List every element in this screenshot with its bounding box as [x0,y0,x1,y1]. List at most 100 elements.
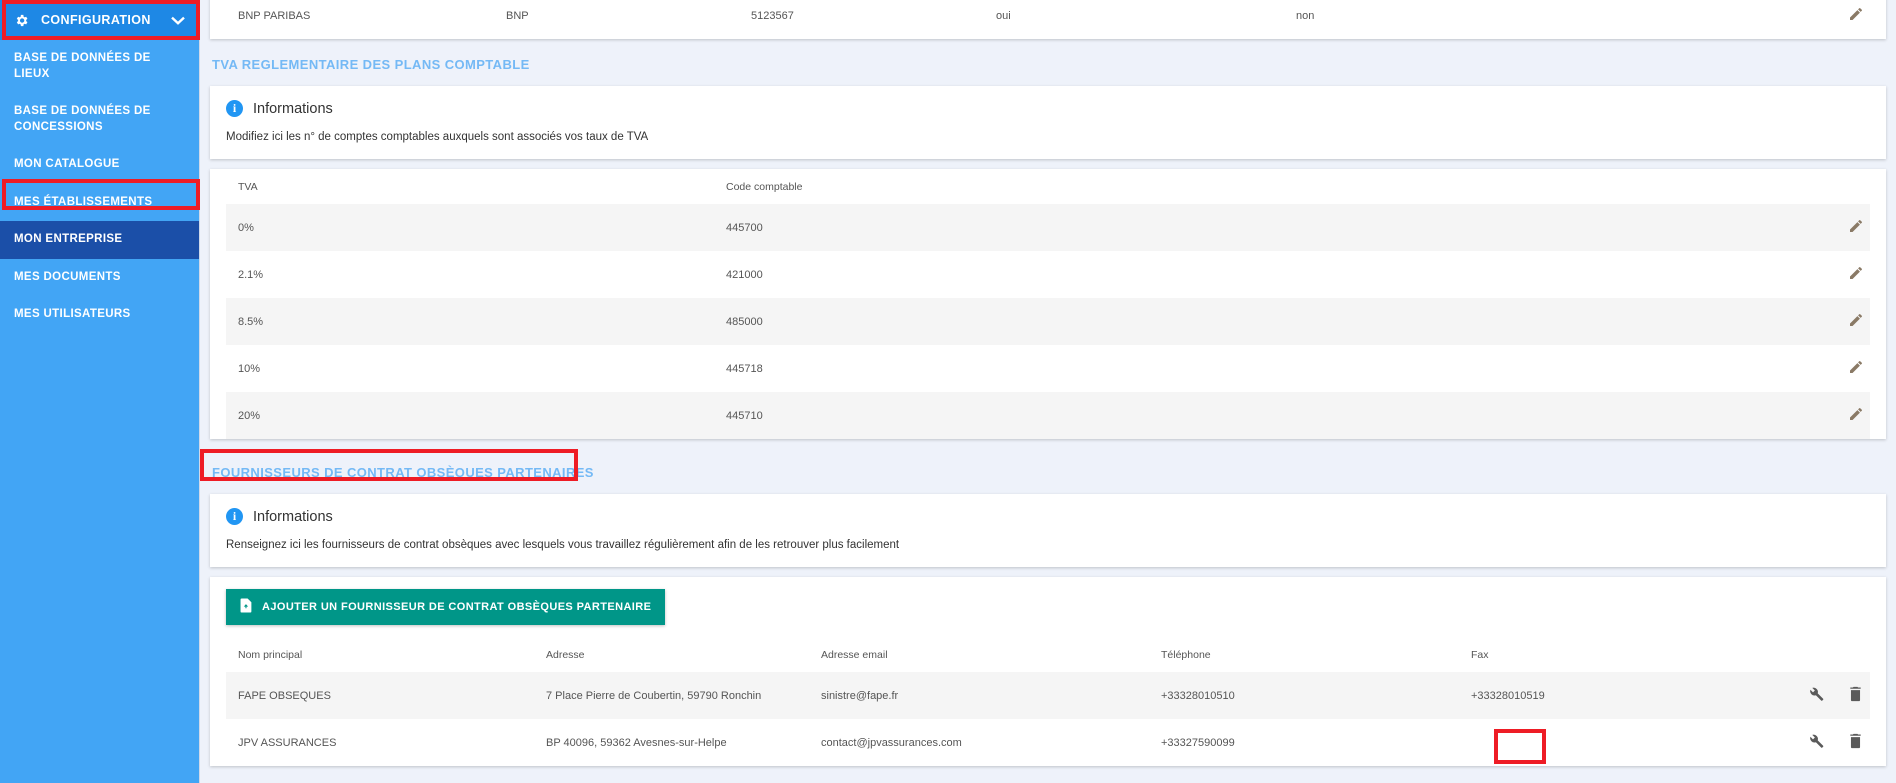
sidebar-item-mes-documents[interactable]: MES DOCUMENTS [0,259,199,297]
fournisseurs-section: FOURNISSEURS DE CONTRAT OBSÈQUES PARTENA… [200,439,1886,766]
sidebar-item-mes-utilisateurs[interactable]: MES UTILISATEURS [0,296,199,334]
fournisseurs-table: Nom principal Adresse Adresse email Télé… [226,637,1870,766]
sidebar-filler [0,333,199,783]
tva-rate: 8.5% [226,298,726,345]
fournisseur-fax [1471,719,1760,766]
fournisseur-nom: JPV ASSURANCES [226,719,546,766]
tva-code: 485000 [726,298,1810,345]
document-add-icon [240,598,253,616]
tva-col-actions [1810,169,1870,204]
tva-edit-button[interactable] [1810,392,1870,439]
pencil-icon[interactable] [1848,8,1864,25]
tva-edit-button[interactable] [1810,204,1870,251]
tva-table: TVA Code comptable 0% 445700 2.1% 421000… [226,169,1870,439]
tva-section: TVA REGLEMENTAIRE DES PLANS COMPTABLE i … [210,39,1886,439]
sidebar-item-mon-catalogue[interactable]: MON CATALOGUE [0,146,199,184]
bank-flag2: non [1296,0,1810,39]
fournisseurs-info-title: Informations [253,508,333,525]
wrench-icon[interactable] [1808,686,1824,705]
sidebar-item-base-de-donnees-de-lieux[interactable]: BASE DE DONNÉES DE LIEUX [0,40,199,93]
tva-col-tva: TVA [226,169,726,204]
tva-info-header: i Informations [226,100,1870,117]
add-fournisseur-label: AJOUTER UN FOURNISSEUR DE CONTRAT OBSÈQU… [262,601,652,613]
tva-code: 445718 [726,345,1810,392]
add-fournisseur-button[interactable]: AJOUTER UN FOURNISSEUR DE CONTRAT OBSÈQU… [226,589,666,625]
fournisseur-email: sinistre@fape.fr [821,672,1161,719]
col-actions [1760,637,1870,672]
table-row[interactable]: 2.1% 421000 [226,251,1870,298]
fournisseurs-section-title: FOURNISSEURS DE CONTRAT OBSÈQUES PARTENA… [212,465,594,480]
sidebar: CONFIGURATION BASE DE DONNÉES DE LIEUX B… [0,0,200,783]
sidebar-header-label: CONFIGURATION [41,13,151,27]
tva-info-text: Modifiez ici les n° de comptes comptable… [226,131,649,143]
bank-flag1: oui [996,0,1296,39]
fournisseurs-table-card: AJOUTER UN FOURNISSEUR DE CONTRAT OBSÈQU… [210,577,1886,766]
table-row[interactable]: 8.5% 485000 [226,298,1870,345]
tva-info-card: i Informations Modifiez ici les n° de co… [210,86,1886,159]
fournisseur-actions [1760,672,1870,719]
bank-account: 5123567 [751,0,996,39]
tva-col-code: Code comptable [726,169,1810,204]
pencil-icon[interactable] [1848,408,1864,425]
fournisseurs-info-text: Renseignez ici les fournisseurs de contr… [226,539,900,551]
fournisseurs-table-header-row: Nom principal Adresse Adresse email Télé… [226,637,1870,672]
info-icon: i [226,100,243,117]
fournisseur-nom: FAPE OBSEQUES [226,672,546,719]
bank-name: BNP PARIBAS [226,0,506,39]
pencil-icon[interactable] [1848,314,1864,331]
sidebar-item-mon-entreprise[interactable]: MON ENTREPRISE [0,221,199,259]
sidebar-item-mes-etablissements[interactable]: MES ÉTABLISSEMENTS [0,184,199,222]
tva-rate: 0% [226,204,726,251]
pencil-icon[interactable] [1848,267,1864,284]
fournisseur-telephone: +33327590099 [1161,719,1471,766]
trash-icon[interactable] [1849,686,1862,705]
bank-short: BNP [506,0,751,39]
tva-rate: 2.1% [226,251,726,298]
tva-code: 445710 [726,392,1810,439]
sidebar-header-configuration[interactable]: CONFIGURATION [0,0,199,40]
tva-edit-button[interactable] [1810,251,1870,298]
col-fax: Fax [1471,637,1760,672]
tva-edit-button[interactable] [1810,298,1870,345]
fournisseur-actions [1760,719,1870,766]
info-icon: i [226,508,243,525]
col-adresse-email: Adresse email [821,637,1161,672]
tva-code: 421000 [726,251,1810,298]
bank-table-card: BNP PARIBAS BNP 5123567 oui non [210,0,1886,39]
bank-edit-button[interactable] [1810,0,1870,39]
col-telephone: Téléphone [1161,637,1471,672]
sidebar-item-base-de-donnees-de-concessions[interactable]: BASE DE DONNÉES DE CONCESSIONS [0,93,199,146]
table-row[interactable]: JPV ASSURANCES BP 40096, 59362 Avesnes-s… [226,719,1870,766]
fournisseur-adresse: 7 Place Pierre de Coubertin, 59790 Ronch… [546,672,821,719]
fournisseur-telephone: +33328010510 [1161,672,1471,719]
table-row[interactable]: 0% 445700 [226,204,1870,251]
main-content: BNP PARIBAS BNP 5123567 oui non TVA REGL… [200,0,1896,783]
trash-icon[interactable] [1849,733,1862,752]
bank-table: BNP PARIBAS BNP 5123567 oui non [226,0,1870,39]
tva-rate: 20% [226,392,726,439]
chevron-down-icon[interactable] [171,13,185,28]
tva-rate: 10% [226,345,726,392]
fournisseurs-info-card: i Informations Renseignez ici les fourni… [210,494,1886,567]
table-row[interactable]: 10% 445718 [226,345,1870,392]
fournisseur-adresse: BP 40096, 59362 Avesnes-sur-Helpe [546,719,821,766]
tva-info-title: Informations [253,100,333,117]
pencil-icon[interactable] [1848,220,1864,237]
tva-edit-button[interactable] [1810,345,1870,392]
tva-code: 445700 [726,204,1810,251]
wrench-icon[interactable] [1808,733,1824,752]
col-adresse: Adresse [546,637,821,672]
tva-table-card: TVA Code comptable 0% 445700 2.1% 421000… [210,169,1886,439]
tva-section-title: TVA REGLEMENTAIRE DES PLANS COMPTABLE [212,57,530,72]
fournisseur-email: contact@jpvassurances.com [821,719,1161,766]
col-nom-principal: Nom principal [226,637,546,672]
tva-table-header-row: TVA Code comptable [226,169,1870,204]
fournisseur-fax: +33328010519 [1471,672,1760,719]
table-row[interactable]: 20% 445710 [226,392,1870,439]
table-row[interactable]: BNP PARIBAS BNP 5123567 oui non [226,0,1870,39]
gear-icon [14,13,29,28]
app-root: CONFIGURATION BASE DE DONNÉES DE LIEUX B… [0,0,1896,783]
pencil-icon[interactable] [1848,361,1864,378]
fournisseurs-info-header: i Informations [226,508,1870,525]
table-row[interactable]: FAPE OBSEQUES 7 Place Pierre de Couberti… [226,672,1870,719]
